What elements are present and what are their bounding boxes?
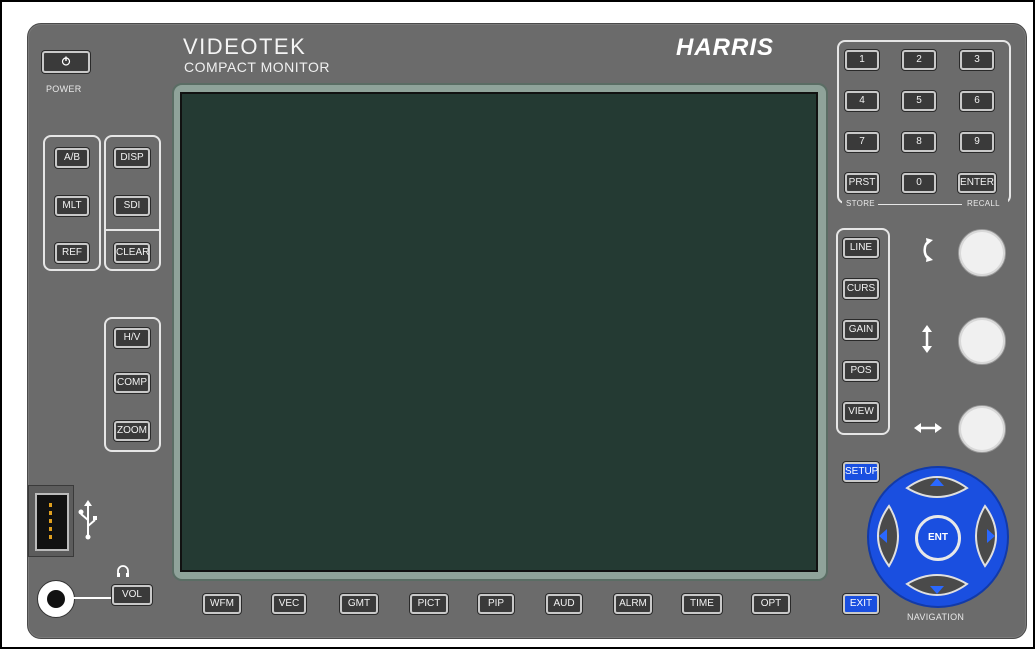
clear-button[interactable]: CLEAR <box>114 243 150 263</box>
nav-enter-button[interactable]: ENT <box>915 515 961 561</box>
rotate-icon <box>923 238 933 262</box>
harris-logo: HARRIS <box>676 34 775 61</box>
key-7[interactable]: 7 <box>845 132 879 152</box>
line-button[interactable]: LINE <box>843 238 879 258</box>
store-label: STORE <box>846 199 875 208</box>
curs-button[interactable]: CURS <box>843 279 879 299</box>
headphone-jack[interactable] <box>37 580 75 618</box>
recall-label: RECALL <box>967 199 1000 208</box>
nav-right-arrow[interactable] <box>975 504 997 568</box>
time-button[interactable]: TIME <box>682 594 722 614</box>
group-divider <box>104 229 161 231</box>
pos-button[interactable]: POS <box>843 361 879 381</box>
display-screen <box>180 92 818 572</box>
vertical-knob[interactable] <box>958 317 1006 365</box>
key-1[interactable]: 1 <box>845 50 879 70</box>
key-5[interactable]: 5 <box>902 91 936 111</box>
sdi-button[interactable]: SDI <box>114 196 150 216</box>
power-label: POWER <box>46 84 82 94</box>
vol-button[interactable]: VOL <box>112 585 152 605</box>
zoom-button[interactable]: ZOOM <box>114 421 150 441</box>
wfm-button[interactable]: WFM <box>203 594 241 614</box>
rotate-knob[interactable] <box>958 229 1006 277</box>
headphone-icon <box>117 565 129 577</box>
usb-port[interactable] <box>35 493 69 551</box>
vertical-arrows-icon <box>922 325 932 353</box>
opt-button[interactable]: OPT <box>752 594 790 614</box>
brand-subtitle: COMPACT MONITOR <box>184 59 330 75</box>
vec-button[interactable]: VEC <box>272 594 306 614</box>
aud-button[interactable]: AUD <box>546 594 582 614</box>
prst-button[interactable]: PRST <box>845 173 879 193</box>
view-button[interactable]: VIEW <box>843 402 879 422</box>
key-8[interactable]: 8 <box>902 132 936 152</box>
key-9[interactable]: 9 <box>960 132 994 152</box>
pict-button[interactable]: PICT <box>410 594 448 614</box>
hv-button[interactable]: H/V <box>114 328 150 348</box>
disp-button[interactable]: DISP <box>114 148 150 168</box>
nav-left-arrow[interactable] <box>877 504 899 568</box>
mlt-button[interactable]: MLT <box>55 196 89 216</box>
ref-button[interactable]: REF <box>55 243 89 263</box>
usb-icon <box>78 500 97 540</box>
key-3[interactable]: 3 <box>960 50 994 70</box>
ab-button[interactable]: A/B <box>55 148 89 168</box>
navigation-label: NAVIGATION <box>907 612 965 622</box>
power-icon <box>61 56 71 66</box>
pip-button[interactable]: PIP <box>478 594 514 614</box>
gmt-button[interactable]: GMT <box>340 594 378 614</box>
key-0[interactable]: 0 <box>902 173 936 193</box>
key-6[interactable]: 6 <box>960 91 994 111</box>
alrm-button[interactable]: ALRM <box>614 594 652 614</box>
power-button[interactable] <box>42 51 90 73</box>
gain-button[interactable]: GAIN <box>843 320 879 340</box>
enter-button[interactable]: ENTER <box>958 173 996 193</box>
nav-down-arrow[interactable] <box>905 574 969 596</box>
comp-button[interactable]: COMP <box>114 373 150 393</box>
connector-line <box>73 597 113 599</box>
key-2[interactable]: 2 <box>902 50 936 70</box>
horizontal-knob[interactable] <box>958 405 1006 453</box>
key-4[interactable]: 4 <box>845 91 879 111</box>
horizontal-arrows-icon <box>914 423 942 433</box>
store-recall-line <box>878 204 962 205</box>
nav-up-arrow[interactable] <box>905 476 969 498</box>
brand-title: VIDEOTEK <box>183 34 307 59</box>
